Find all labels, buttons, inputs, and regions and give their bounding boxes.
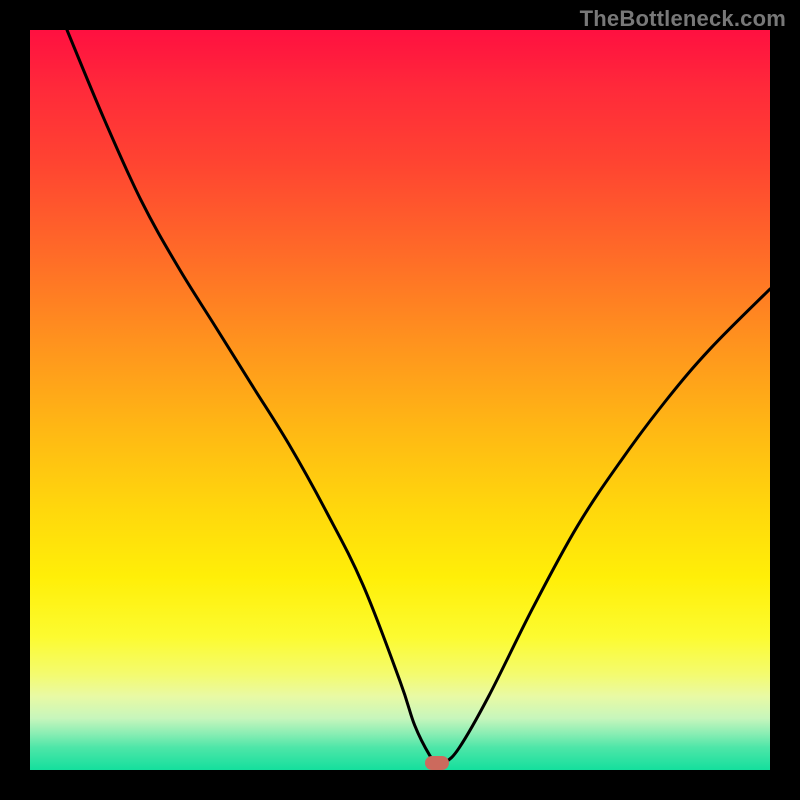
bottleneck-curve xyxy=(30,30,770,770)
attribution-label: TheBottleneck.com xyxy=(580,6,786,32)
curve-path xyxy=(67,30,770,764)
chart-frame: TheBottleneck.com xyxy=(0,0,800,800)
plot-area xyxy=(30,30,770,770)
minimum-marker xyxy=(425,756,449,770)
